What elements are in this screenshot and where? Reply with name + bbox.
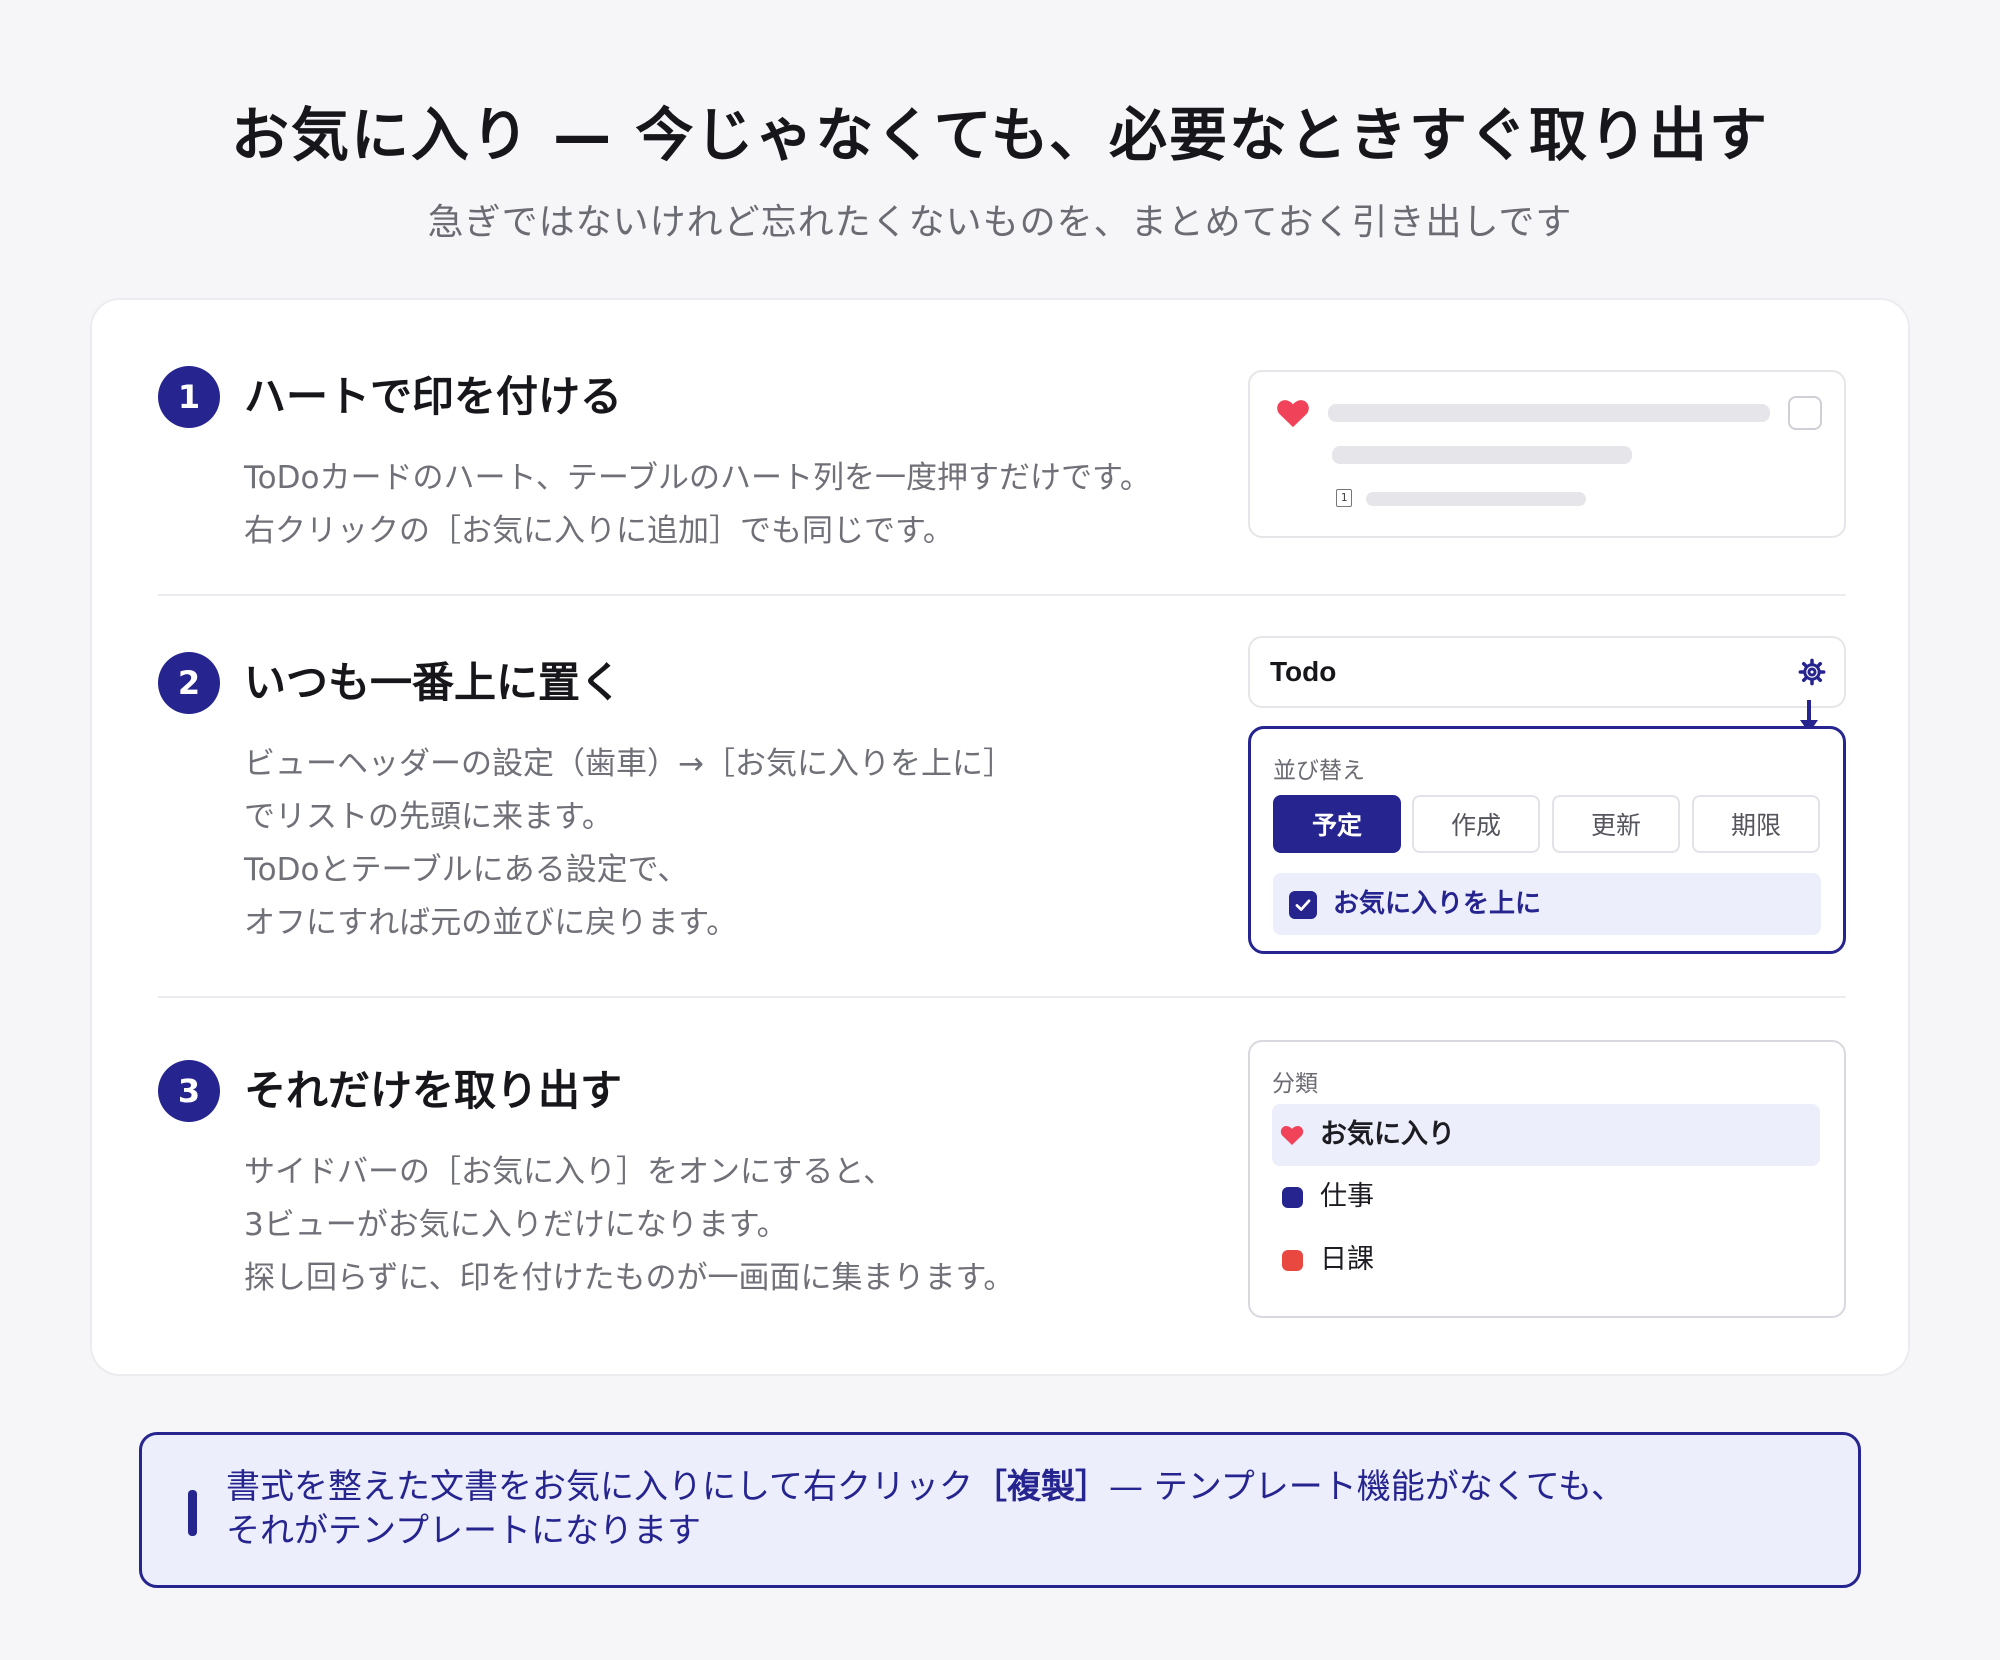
- check-icon: [1295, 899, 1311, 911]
- step-description-line: ビューヘッダーの設定（歯車）→［お気に入りを上に］: [244, 746, 1014, 782]
- step-title: いつも一番上に置く: [244, 658, 623, 707]
- checkbox-icon[interactable]: [1788, 396, 1822, 430]
- mock-task-card: 1: [1248, 370, 1846, 538]
- sort-option-scheduled[interactable]: 予定: [1273, 795, 1401, 853]
- tip-line-2: それがテンプレートになります: [226, 1511, 701, 1551]
- step-description-line: 探し回らずに、印を付けたものが一画面に集まります。: [244, 1260, 1015, 1296]
- sort-option-updated[interactable]: 更新: [1552, 795, 1680, 853]
- page-subtitle: 急ぎではないけれど忘れたくないものを、まとめておく引き出しです: [427, 202, 1573, 243]
- step-number-badge: 1: [158, 366, 220, 428]
- color-dot-icon: [1282, 1250, 1303, 1271]
- step-title: ハートで印を付ける: [244, 372, 623, 421]
- step-title: それだけを取り出す: [244, 1066, 623, 1115]
- category-label: お気に入り: [1320, 1119, 1455, 1150]
- calendar-icon: 1: [1336, 489, 1352, 507]
- gear-icon[interactable]: [1798, 658, 1826, 686]
- sort-option-due[interactable]: 期限: [1692, 795, 1820, 853]
- sort-popover: 並び替え 予定 作成 更新 期限 お気に入りを上に: [1248, 726, 1846, 954]
- tip-accent-bar: [188, 1490, 197, 1536]
- category-label: 日課: [1320, 1244, 1374, 1275]
- tip-text-part: 書式を整えた文書をお気に入りにして右クリック: [226, 1467, 973, 1507]
- step-number-badge: 2: [158, 652, 220, 714]
- sort-label: 並び替え: [1273, 758, 1365, 784]
- step-description-line: 3ビューがお気に入りだけになります。: [244, 1207, 788, 1243]
- page-title: お気に入り — 今じゃなくても、必要なときすぐ取り出す: [230, 101, 1769, 169]
- step-description: ビューヘッダーの設定（歯車）→［お気に入りを上に］ でリストの先頭に来ます。 T…: [244, 738, 1014, 950]
- step-description-line: ToDoカードのハート、テーブルのハート列を一度押すだけです。: [244, 460, 1151, 496]
- tip-line-1: 書式を整えた文書をお気に入りにして右クリック［複製］— テンプレート機能がなくて…: [226, 1465, 1625, 1509]
- step-description-line: ToDoとテーブルにある設定で、: [244, 852, 689, 888]
- favorites-on-top-toggle[interactable]: お気に入りを上に: [1273, 873, 1821, 935]
- sort-option-created[interactable]: 作成: [1412, 795, 1540, 853]
- step-description: サイドバーの［お気に入り］をオンにすると、 3ビューがお気に入りだけになります。…: [244, 1146, 1014, 1305]
- heart-icon: [1280, 1125, 1304, 1145]
- checkbox-checked-icon[interactable]: [1289, 891, 1317, 919]
- tip-text-part: — テンプレート機能がなくても、: [1108, 1467, 1626, 1507]
- divider: [158, 996, 1846, 998]
- category-panel: 分類 お気に入り 仕事 日課: [1248, 1040, 1846, 1318]
- tip-emphasis: ［複製］: [972, 1467, 1109, 1507]
- tip-text: 書式を整えた文書をお気に入りにして右クリック［複製］— テンプレート機能がなくて…: [226, 1465, 1625, 1553]
- category-item-work[interactable]: 仕事: [1272, 1166, 1820, 1228]
- category-item-daily[interactable]: 日課: [1272, 1229, 1820, 1291]
- step-description-line: 右クリックの［お気に入りに追加］でも同じです。: [244, 513, 954, 549]
- title-placeholder: [1328, 404, 1770, 422]
- view-header: Todo: [1248, 636, 1846, 708]
- favorites-on-top-label: お気に入りを上に: [1333, 889, 1542, 919]
- steps-card: 1 ハートで印を付ける ToDoカードのハート、テーブルのハート列を一度押すだけ…: [90, 298, 1910, 1376]
- step-description: ToDoカードのハート、テーブルのハート列を一度押すだけです。 右クリックの［お…: [244, 452, 1151, 558]
- step-description-line: サイドバーの［お気に入り］をオンにすると、: [244, 1154, 895, 1190]
- step-description-line: でリストの先頭に来ます。: [244, 799, 613, 835]
- step-description-line: オフにすれば元の並びに戻ります。: [244, 905, 738, 941]
- tip-box: 書式を整えた文書をお気に入りにして右クリック［複製］— テンプレート機能がなくて…: [139, 1432, 1861, 1588]
- category-header: 分類: [1272, 1071, 1318, 1097]
- heart-icon[interactable]: [1276, 398, 1310, 428]
- color-dot-icon: [1282, 1187, 1303, 1208]
- view-title: Todo: [1270, 656, 1337, 687]
- step-number-badge: 3: [158, 1060, 220, 1122]
- category-item-favorites[interactable]: お気に入り: [1272, 1104, 1820, 1166]
- divider: [158, 594, 1846, 596]
- category-label: 仕事: [1320, 1181, 1374, 1212]
- subtitle-placeholder: [1332, 446, 1632, 464]
- date-placeholder: [1366, 492, 1586, 506]
